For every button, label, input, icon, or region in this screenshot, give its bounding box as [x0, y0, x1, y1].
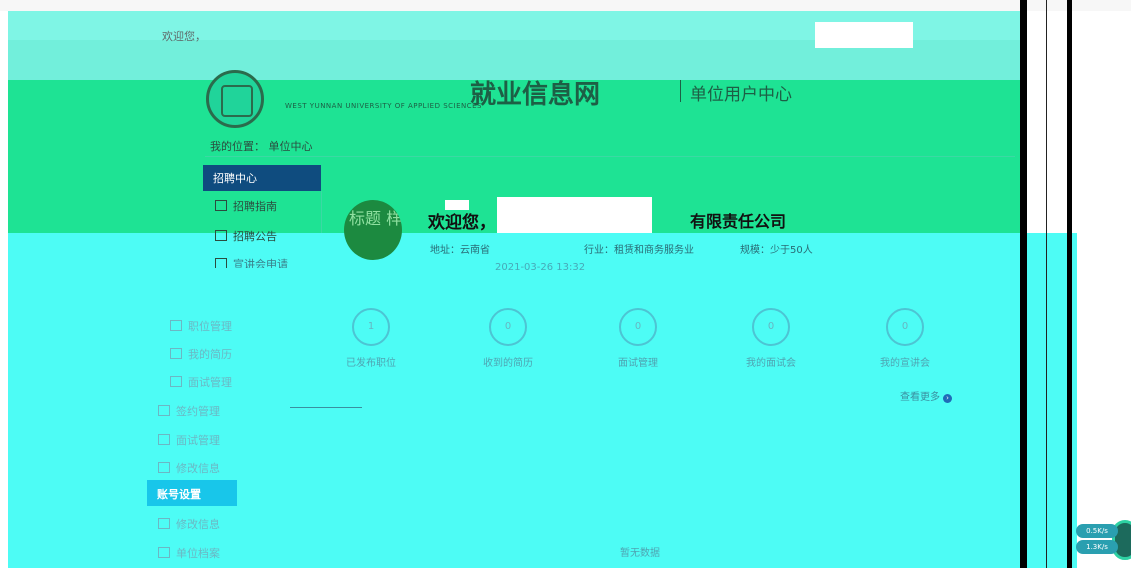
breadcrumb	[205, 132, 1015, 157]
stat-published-jobs[interactable]: 1 已发布职位	[311, 308, 431, 369]
sidebar-item-interviews[interactable]: 面试管理	[170, 374, 232, 390]
sidebar-item-profile[interactable]: 单位档案	[158, 545, 220, 561]
stat-count: 0	[886, 308, 924, 346]
breadcrumb-label: 我的位置：	[210, 140, 265, 153]
doc-icon	[158, 547, 170, 558]
sidebar-item-guide[interactable]: 招聘指南	[215, 198, 277, 214]
company-address: 地址：云南省	[430, 245, 490, 256]
stat-received-resumes[interactable]: 0 收到的简历	[448, 308, 568, 369]
stat-my-presentations[interactable]: 0 我的宣讲会	[845, 308, 965, 369]
company-welcome: 欢迎您，	[428, 213, 496, 233]
stat-interview-mgmt[interactable]: 0 面试管理	[578, 308, 698, 369]
top-bar-right	[1020, 11, 1131, 40]
doc-icon	[215, 230, 227, 241]
stat-label: 我的宣讲会	[880, 358, 930, 369]
stat-label: 已发布职位	[346, 358, 396, 369]
sidebar-item-account-info[interactable]: 修改信息	[158, 516, 220, 532]
doc-icon	[158, 434, 170, 445]
site-english-name: WEST YUNNAN UNIVERSITY OF APPLIED SCIENC…	[285, 102, 482, 110]
company-name-suffix: 有限责任公司	[690, 212, 787, 231]
stat-label: 面试管理	[618, 358, 658, 369]
stat-count: 0	[619, 308, 657, 346]
stat-label: 我的面试会	[746, 358, 796, 369]
company-avatar: 标题 样手	[344, 200, 402, 260]
sidebar-item-jobs[interactable]: 职位管理	[170, 318, 232, 334]
doc-icon	[158, 518, 170, 529]
last-login-date: 2021-03-26 13:32	[495, 262, 586, 273]
company-scale: 规模：少于50人	[740, 245, 813, 256]
doc-icon	[215, 258, 227, 268]
upload-speed: 0.5K/s	[1076, 524, 1118, 538]
download-speed: 1.3K/s	[1076, 540, 1118, 554]
doc-icon	[158, 405, 170, 416]
redacted-block	[815, 22, 913, 48]
sidebar-item-resumes[interactable]: 我的简历	[170, 346, 232, 362]
overlay-line	[1046, 0, 1047, 568]
header-divider	[680, 80, 681, 102]
sidebar-item-interview-mgmt[interactable]: 面试管理	[158, 432, 220, 448]
sidebar-item-edit-info[interactable]: 修改信息	[158, 460, 220, 476]
top-welcome-text: 欢迎您，	[162, 30, 206, 43]
site-name: 就业信息网	[470, 80, 601, 110]
doc-icon	[170, 348, 182, 359]
university-logo	[206, 70, 264, 128]
sidebar-item-presentation[interactable]: 宣讲会申请	[215, 256, 288, 268]
empty-list-text: 暂无数据	[620, 548, 660, 559]
sidebar-section-recruit[interactable]: 招聘中心	[203, 165, 321, 191]
breadcrumb-text: 我的位置： 单位中心	[210, 138, 313, 154]
stat-my-job-fairs[interactable]: 0 我的面试会	[711, 308, 831, 369]
doc-icon	[170, 320, 182, 331]
avatar-text: 标题 样手	[349, 209, 402, 228]
stat-count: 1	[352, 308, 390, 346]
view-more-link[interactable]: 查看更多 ›	[900, 388, 952, 403]
stat-count: 0	[752, 308, 790, 346]
doc-icon	[215, 200, 227, 211]
overlay-bar	[1020, 0, 1027, 568]
arrow-right-icon: ›	[943, 394, 952, 403]
stat-count: 0	[489, 308, 527, 346]
sidebar-section-label: 招聘中心	[213, 172, 257, 185]
redacted-company-name	[497, 197, 652, 233]
stat-label: 收到的简历	[483, 358, 533, 369]
sidebar-item-contracts[interactable]: 签约管理	[158, 403, 220, 419]
tab-underline	[290, 407, 362, 408]
user-center-title: 单位用户中心	[690, 85, 792, 105]
doc-icon	[158, 462, 170, 473]
breadcrumb-current[interactable]: 单位中心	[269, 140, 313, 153]
browser-bookmarks-bar	[0, 0, 1131, 11]
company-industry: 行业：租赁和商务服务业	[584, 245, 694, 256]
overlay-bar	[1067, 0, 1072, 568]
sidebar-section-account[interactable]: 账号设置	[147, 480, 237, 506]
doc-icon	[170, 376, 182, 387]
sidebar-item-announce[interactable]: 招聘公告	[215, 228, 277, 244]
network-speed-widget: 0.5K/s 1.3K/s	[1072, 518, 1131, 568]
account-section-label: 账号设置	[157, 488, 201, 501]
